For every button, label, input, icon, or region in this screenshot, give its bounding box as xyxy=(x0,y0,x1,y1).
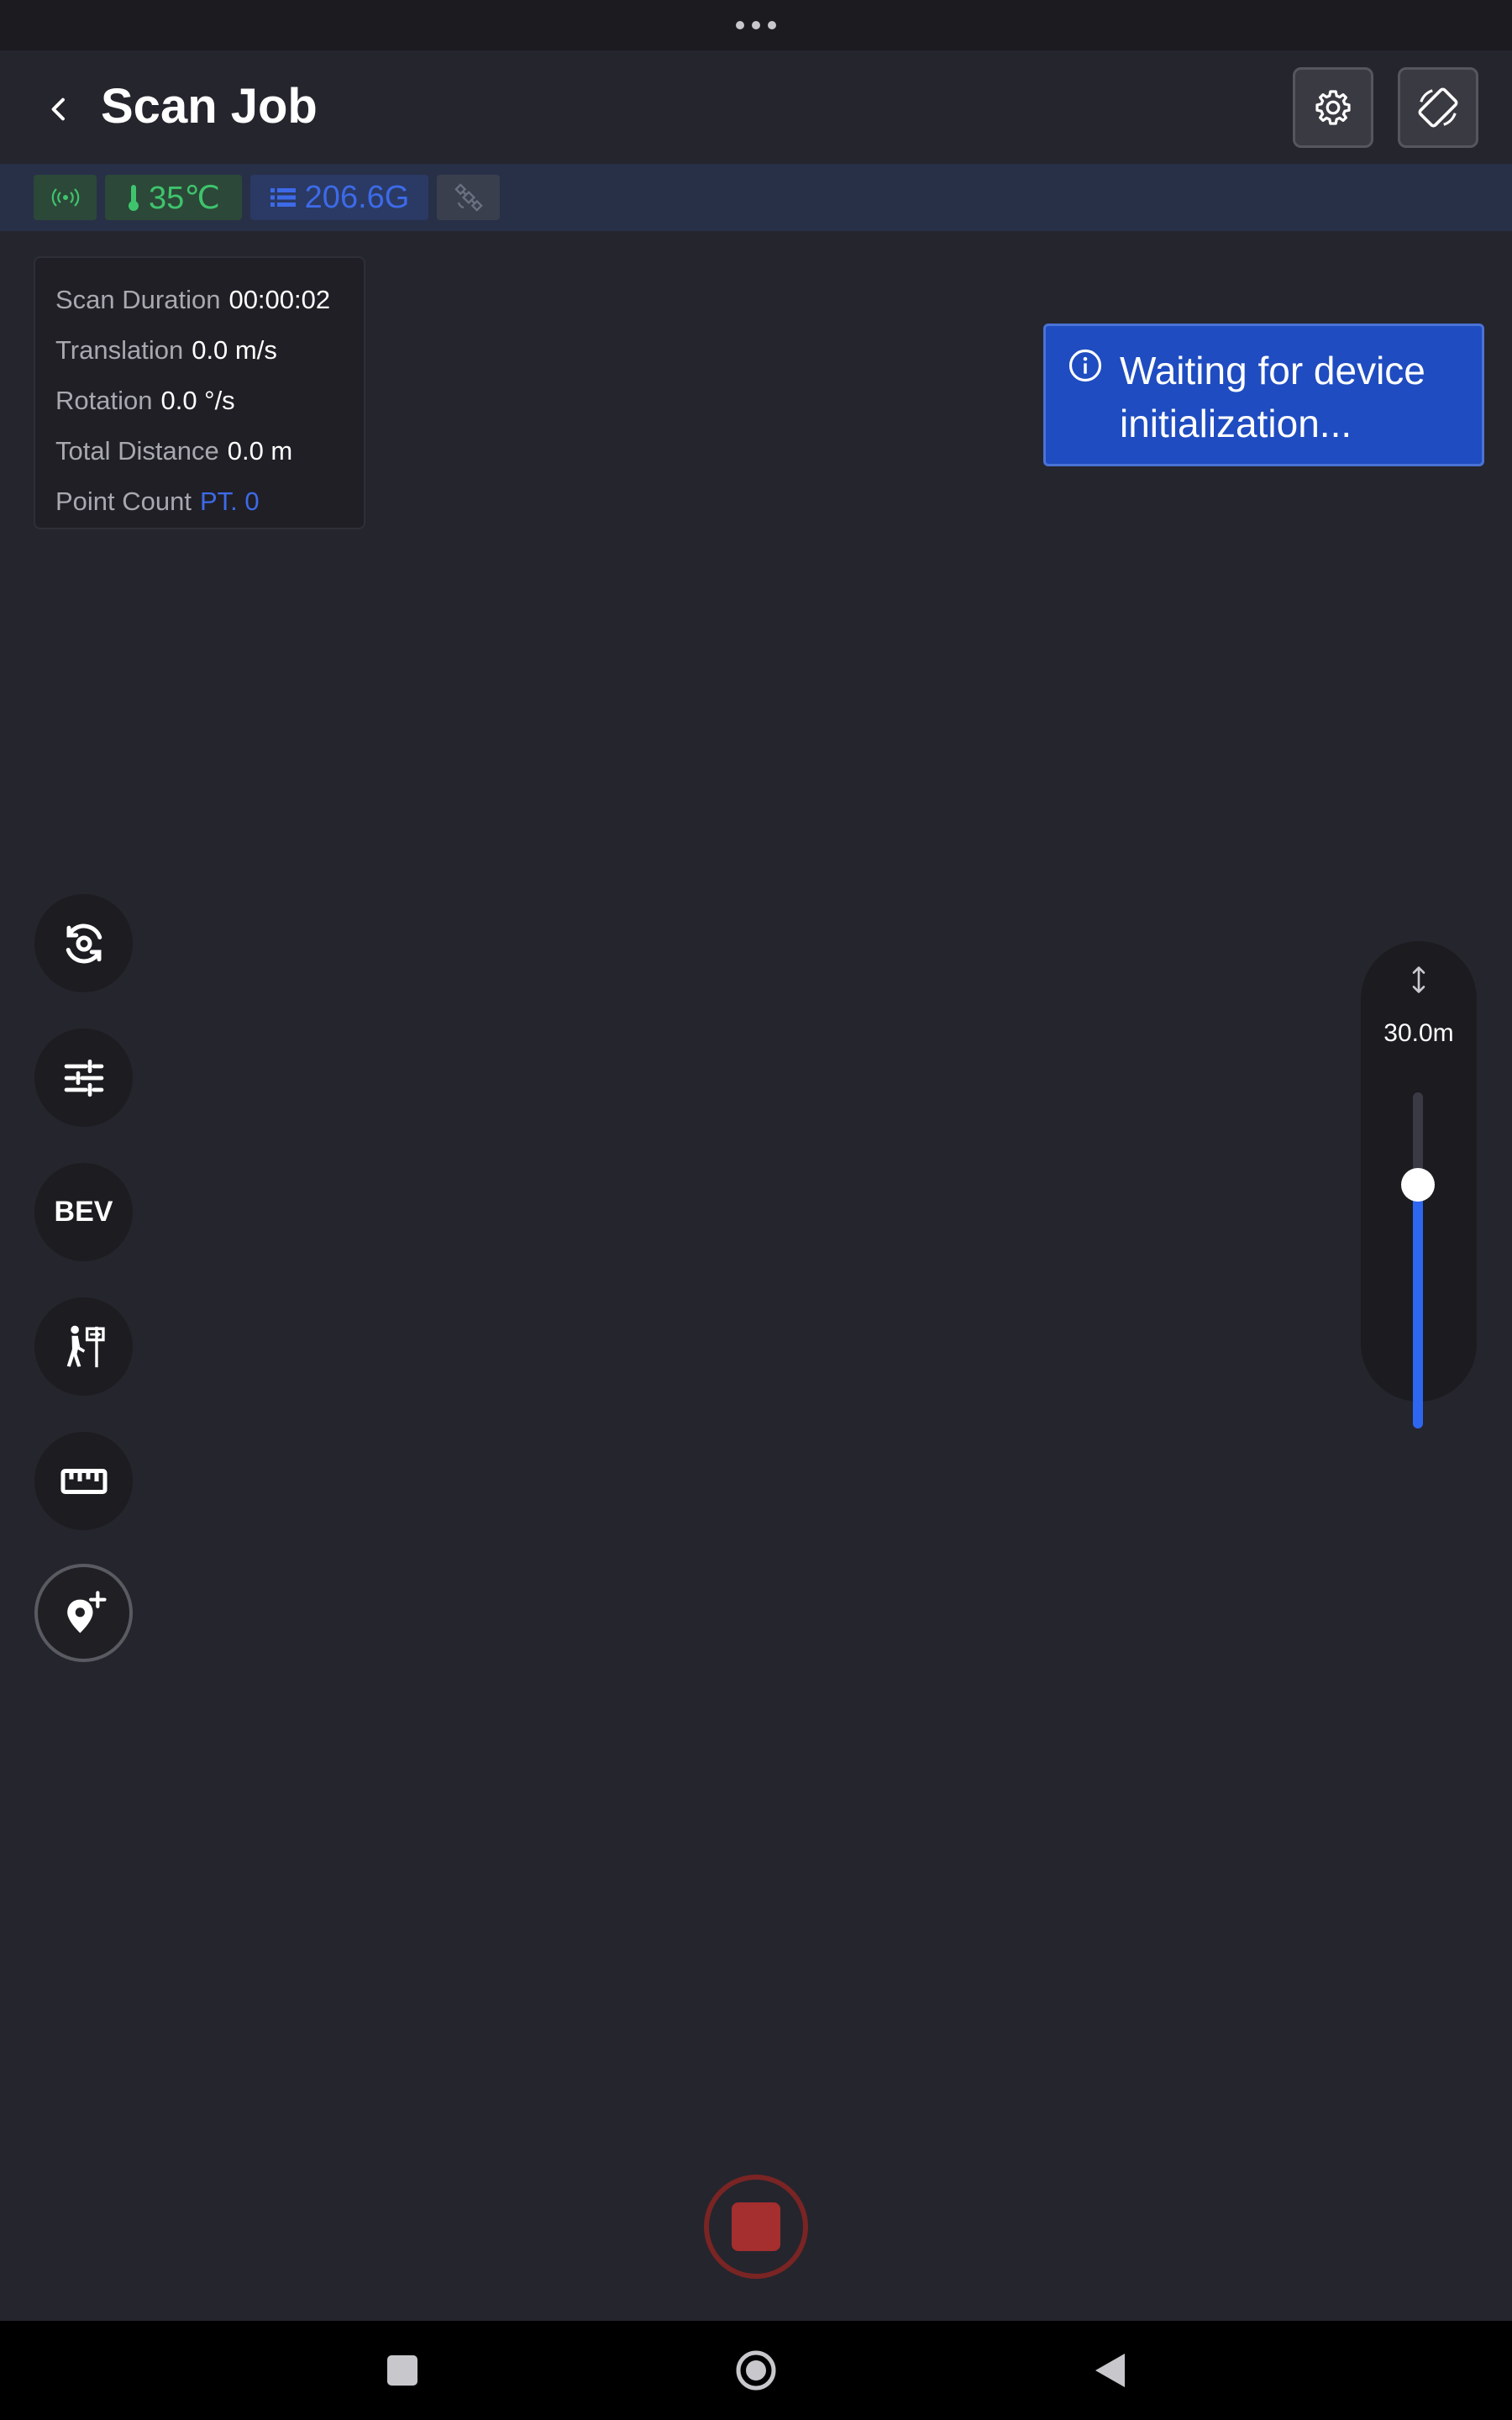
chevron-left-icon xyxy=(51,97,65,121)
slider-track[interactable] xyxy=(1413,1092,1423,1428)
ruler-icon xyxy=(60,1468,107,1494)
square-icon xyxy=(387,2355,417,2386)
signal-chip[interactable] xyxy=(34,175,97,220)
home-button[interactable] xyxy=(728,2343,784,2398)
info-label: Rotation xyxy=(55,386,153,415)
point-count-value: PT. 0 xyxy=(200,487,260,516)
stop-recording-button[interactable] xyxy=(704,2175,808,2279)
temperature-chip[interactable]: 35℃ xyxy=(105,175,242,220)
gps-chip[interactable] xyxy=(437,175,500,220)
storage-chip[interactable]: 206.6G xyxy=(250,175,428,220)
info-label: Scan Duration xyxy=(55,285,221,314)
info-circle-icon xyxy=(1068,349,1102,382)
toast-line-1: Waiting for device xyxy=(1120,349,1425,392)
range-slider[interactable]: 30.0m xyxy=(1361,941,1477,1428)
translation-value: 0.0 m/s xyxy=(192,335,277,365)
screen-rotation-icon xyxy=(1418,87,1458,128)
total-distance-row: Total Distance 0.0 m xyxy=(55,426,364,476)
add-marker-button[interactable] xyxy=(34,1564,133,1662)
scan-duration-row: Scan Duration 00:00:02 xyxy=(55,275,364,325)
satellite-icon xyxy=(454,183,483,212)
scan-duration-value: 00:00:02 xyxy=(228,285,331,314)
broadcast-signal-icon xyxy=(51,188,79,207)
circle-icon xyxy=(736,2350,776,2391)
sliders-icon xyxy=(64,1059,103,1097)
settings-button[interactable] xyxy=(1293,67,1373,148)
survey-mode-button[interactable] xyxy=(34,1297,133,1396)
vertical-arrows-icon xyxy=(1412,966,1425,993)
add-location-icon xyxy=(66,1590,107,1633)
toast-line-2: initialization... xyxy=(1120,402,1352,445)
scan-info-panel: Scan Duration 00:00:02 Translation 0.0 m… xyxy=(34,256,365,529)
storage-value: 206.6G xyxy=(304,179,410,215)
triangle-back-icon xyxy=(1095,2354,1125,2387)
point-count-row: Point Count PT. 0 xyxy=(55,476,364,527)
stop-icon xyxy=(732,2202,780,2251)
slider-thumb[interactable] xyxy=(1401,1168,1435,1202)
page-title: Scan Job xyxy=(101,79,318,134)
reset-view-button[interactable] xyxy=(34,894,133,992)
recent-apps-button[interactable] xyxy=(375,2343,430,2398)
rotation-row: Rotation 0.0 °/s xyxy=(55,376,364,426)
device-status-strip: 35℃ 206.6G xyxy=(0,164,1512,231)
slider-fill xyxy=(1413,1185,1423,1428)
measure-button[interactable] xyxy=(34,1432,133,1530)
back-nav-button[interactable] xyxy=(1082,2343,1137,2398)
translation-row: Translation 0.0 m/s xyxy=(55,325,364,376)
system-navigation-bar xyxy=(0,2321,1512,2420)
reset-view-icon xyxy=(66,923,102,963)
initialization-toast: Waiting for device initialization... xyxy=(1043,324,1484,466)
info-label: Total Distance xyxy=(55,436,219,466)
bev-view-button[interactable]: BEV xyxy=(34,1163,133,1261)
range-value: 30.0m xyxy=(1383,1019,1454,1047)
storage-list-icon xyxy=(270,188,296,207)
more-dots-icon[interactable] xyxy=(736,21,776,29)
app-header: Scan Job xyxy=(0,50,1512,164)
total-distance-value: 0.0 m xyxy=(227,436,293,466)
bev-label: BEV xyxy=(54,1196,113,1228)
gear-icon xyxy=(1315,90,1351,125)
system-status-bar xyxy=(0,0,1512,50)
rotate-screen-button[interactable] xyxy=(1398,67,1478,148)
rotation-value: 0.0 °/s xyxy=(160,386,235,415)
temperature-value: 35℃ xyxy=(149,180,220,216)
info-label: Translation xyxy=(55,335,184,365)
adjust-settings-button[interactable] xyxy=(34,1028,133,1127)
info-label: Point Count xyxy=(55,487,192,516)
thermometer-icon xyxy=(129,185,139,211)
back-button[interactable] xyxy=(34,84,84,134)
hiker-sign-icon xyxy=(66,1325,105,1367)
